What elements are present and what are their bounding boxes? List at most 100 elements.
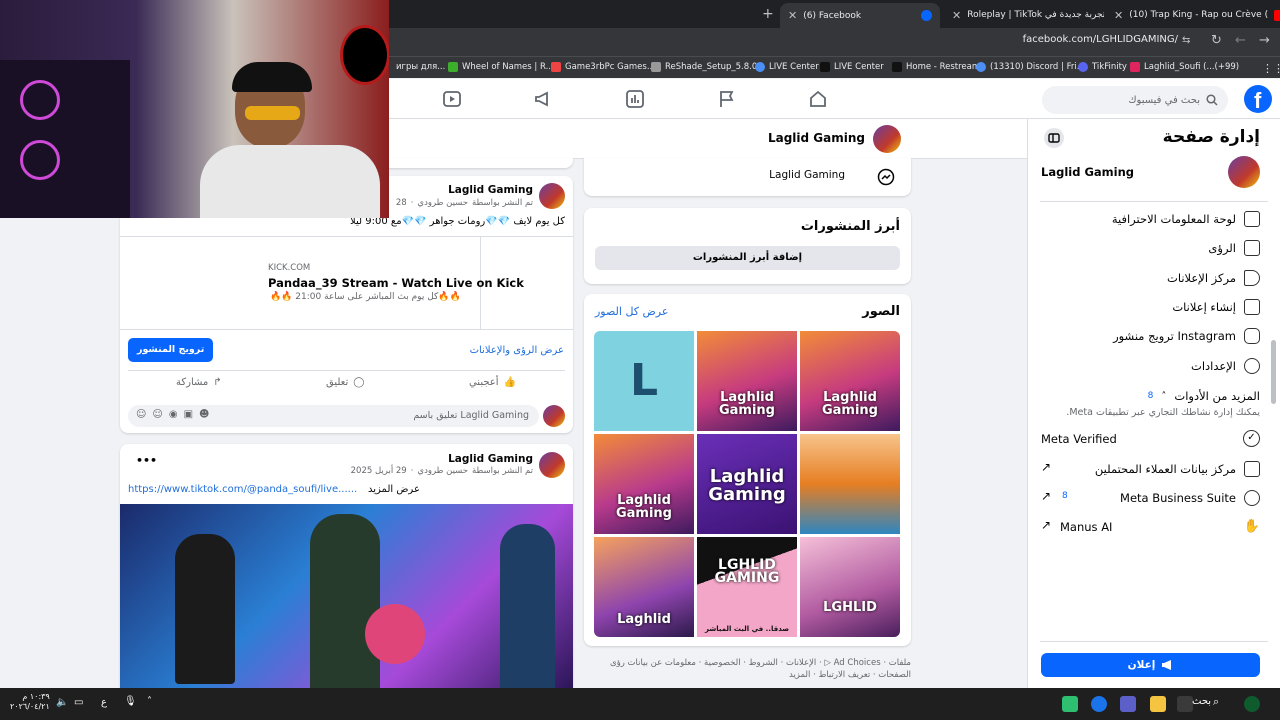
bookmark-item[interactable]: Laghlid_Soufi (...(+99) [1130,62,1239,72]
meta-verified-label[interactable]: Meta Verified [1041,432,1117,446]
network-icon[interactable]: ▭ [74,697,83,708]
task-view-icon[interactable] [1177,696,1193,712]
menu-ads-center[interactable]: مركز الإعلانات [1167,270,1260,286]
tab-youtube[interactable]: ✕ (10) Trap King - Rap ou Crève ( [1106,4,1280,26]
bookmark-item[interactable]: Wheel of Names | R... [448,62,554,72]
flag-icon[interactable] [717,89,737,109]
page-avatar[interactable] [873,125,901,153]
back-icon[interactable]: → [1259,33,1270,48]
collapse-panel-button[interactable] [1044,128,1064,148]
post-author-avatar[interactable] [539,183,565,209]
add-featured-button[interactable]: إضافة أبرز المنشورات [595,246,900,270]
bookmark-item[interactable]: Home - Restream [892,62,980,72]
menu-manus-ai[interactable]: Manus AI [1060,520,1112,534]
post-link[interactable]: https://www.tiktok.com/@panda_soufi/live… [128,484,357,495]
more-tools-toggle[interactable]: 8 ˄ المزيد من الأدوات [1148,389,1260,403]
contacts-icon [1244,461,1260,477]
start-button[interactable] [1244,696,1260,712]
messenger-page-name[interactable]: Laglid Gaming [769,169,845,181]
post-author-avatar[interactable] [539,452,565,478]
close-tab-icon[interactable]: ✕ [1114,9,1123,22]
home-icon[interactable] [808,89,828,109]
photos-card: الصور عرض كل الصور L Laghlid Gaming Lagh… [584,294,911,646]
taskbar-search[interactable]: بحث [1192,696,1211,707]
menu-meta-business-suite[interactable]: Meta Business Suite [1120,490,1260,506]
photo-thumbnail[interactable]: Laghlid Gaming [697,331,797,431]
photo-thumbnail[interactable]: L [594,331,694,431]
character-figure [310,514,380,688]
tab-tiktok[interactable]: ✕ تجربة جديدة في Roleplay | TikTok [944,4,1104,26]
store-icon[interactable] [1120,696,1136,712]
video-icon[interactable] [442,89,462,109]
chevron-up-icon[interactable]: ˄ [147,696,152,707]
chrome-icon[interactable] [1091,696,1107,712]
bookmark-item[interactable]: Game3rbPc Games... [551,62,655,72]
page-name[interactable]: Laglid Gaming [1041,165,1134,179]
url-field[interactable]: facebook.com/LGHLIDGAMING/ [1023,34,1178,45]
reload-icon[interactable]: ↻ [1211,33,1222,48]
tiktok-icon [892,62,902,72]
link-preview[interactable]: KICK.COM Pandaa_39 Stream - Watch Live o… [120,236,573,330]
comment-input[interactable]: تعليق باسم Laglid Gaming ☺☺◉▣☻ [128,405,539,427]
search-input[interactable]: بحث في فيسبوك [1042,86,1228,114]
menu-boost-instagram[interactable]: ترويج منشور Instagram [1113,328,1260,344]
photo-thumbnail[interactable] [800,434,900,534]
close-tab-icon[interactable]: ✕ [952,9,961,22]
insights-icon[interactable] [625,89,645,109]
app-icon[interactable] [1062,696,1078,712]
insights-icon [1244,240,1260,256]
site-settings-icon[interactable]: ⇆ [1182,35,1190,46]
page-avatar[interactable] [1228,156,1260,188]
thumbs-up-icon: 👍 [503,377,516,388]
view-insights-link[interactable]: عرض الرؤى والإعلانات [470,345,564,356]
bookmark-item[interactable]: (13310) Discord | Fri... [976,62,1085,72]
menu-insights[interactable]: الرؤى [1208,240,1260,256]
comment-tools-icons[interactable]: ☺☺◉▣☻ [136,409,215,420]
menu-create-ads[interactable]: إنشاء إعلانات [1172,299,1260,315]
comment-button[interactable]: ◯ تعليق [326,377,364,388]
microphone-icon[interactable]: 🎙 [124,696,137,707]
close-tab-icon[interactable]: ✕ [788,9,797,22]
divider [1040,641,1268,642]
language-indicator[interactable]: ع [101,697,107,708]
folder-icon[interactable] [1150,696,1166,712]
edit-icon [1244,299,1260,315]
share-button[interactable]: ↱ مشاركة [176,377,222,388]
post-author[interactable]: Laglid Gaming [448,453,533,465]
menu-leads-center[interactable]: مركز بيانات العملاء المحتملين [1095,461,1260,477]
search-icon[interactable]: ⌕ [1213,695,1219,709]
bookmark-item[interactable]: LIVE Center [820,62,884,72]
facebook-logo[interactable]: f [1244,85,1272,113]
menu-settings[interactable]: الإعدادات [1191,358,1260,374]
instagram-icon [1244,328,1260,344]
footer-links[interactable]: ملفات · Ad Choices ▷ · الإعلانات · الشرو… [584,657,911,681]
photo-thumbnail[interactable]: Laghlid Gaming [697,434,797,534]
photo-thumbnail[interactable]: Laghlid [594,537,694,637]
photo-thumbnail[interactable]: Laghlid Gaming [800,331,900,431]
new-tab-button[interactable]: + [762,6,774,22]
bookmark-item[interactable]: LIVE Center [755,62,819,72]
post-video[interactable] [120,504,573,688]
photo-thumbnail[interactable]: LGHLID GAMING صدقا.. في البث المباشر [697,537,797,637]
see-all-photos-link[interactable]: عرض كل الصور [595,305,668,318]
photo-thumbnail[interactable]: Laghlid Gaming [594,434,694,534]
create-ad-button[interactable]: إعلان [1041,653,1260,677]
clock[interactable]: ١٠:٣٩ م ٢٠٢٦/٠٤/٢١ [10,692,50,712]
megaphone-icon[interactable] [533,89,553,109]
volume-icon[interactable]: 🔈 [56,697,68,708]
bookmark-item[interactable]: игры для... [396,62,445,72]
see-more-link[interactable]: عرض المزيد [368,484,420,495]
boost-post-button[interactable]: ترويج المنشور [128,338,214,362]
like-button[interactable]: أعجبني 👍 [469,377,516,388]
page-title[interactable]: Laglid Gaming [768,131,865,145]
post-author[interactable]: Laglid Gaming [448,184,533,196]
bookmarks-menu-icon[interactable]: ⋮⋮ [1262,62,1280,75]
menu-professional-dashboard[interactable]: لوحة المعلومات الاحترافية [1112,211,1260,227]
bookmark-item[interactable]: TikFinity [1078,62,1127,72]
forward-icon[interactable]: ← [1235,33,1246,48]
photo-thumbnail[interactable]: LGHLID [800,537,900,637]
more-options-icon[interactable]: ••• [136,454,157,467]
tab-facebook[interactable]: ✕ (6) Facebook [780,3,940,28]
panel-scrollbar[interactable] [1271,340,1276,404]
bookmark-item[interactable]: ReShade_Setup_5.8.0 [651,62,757,72]
